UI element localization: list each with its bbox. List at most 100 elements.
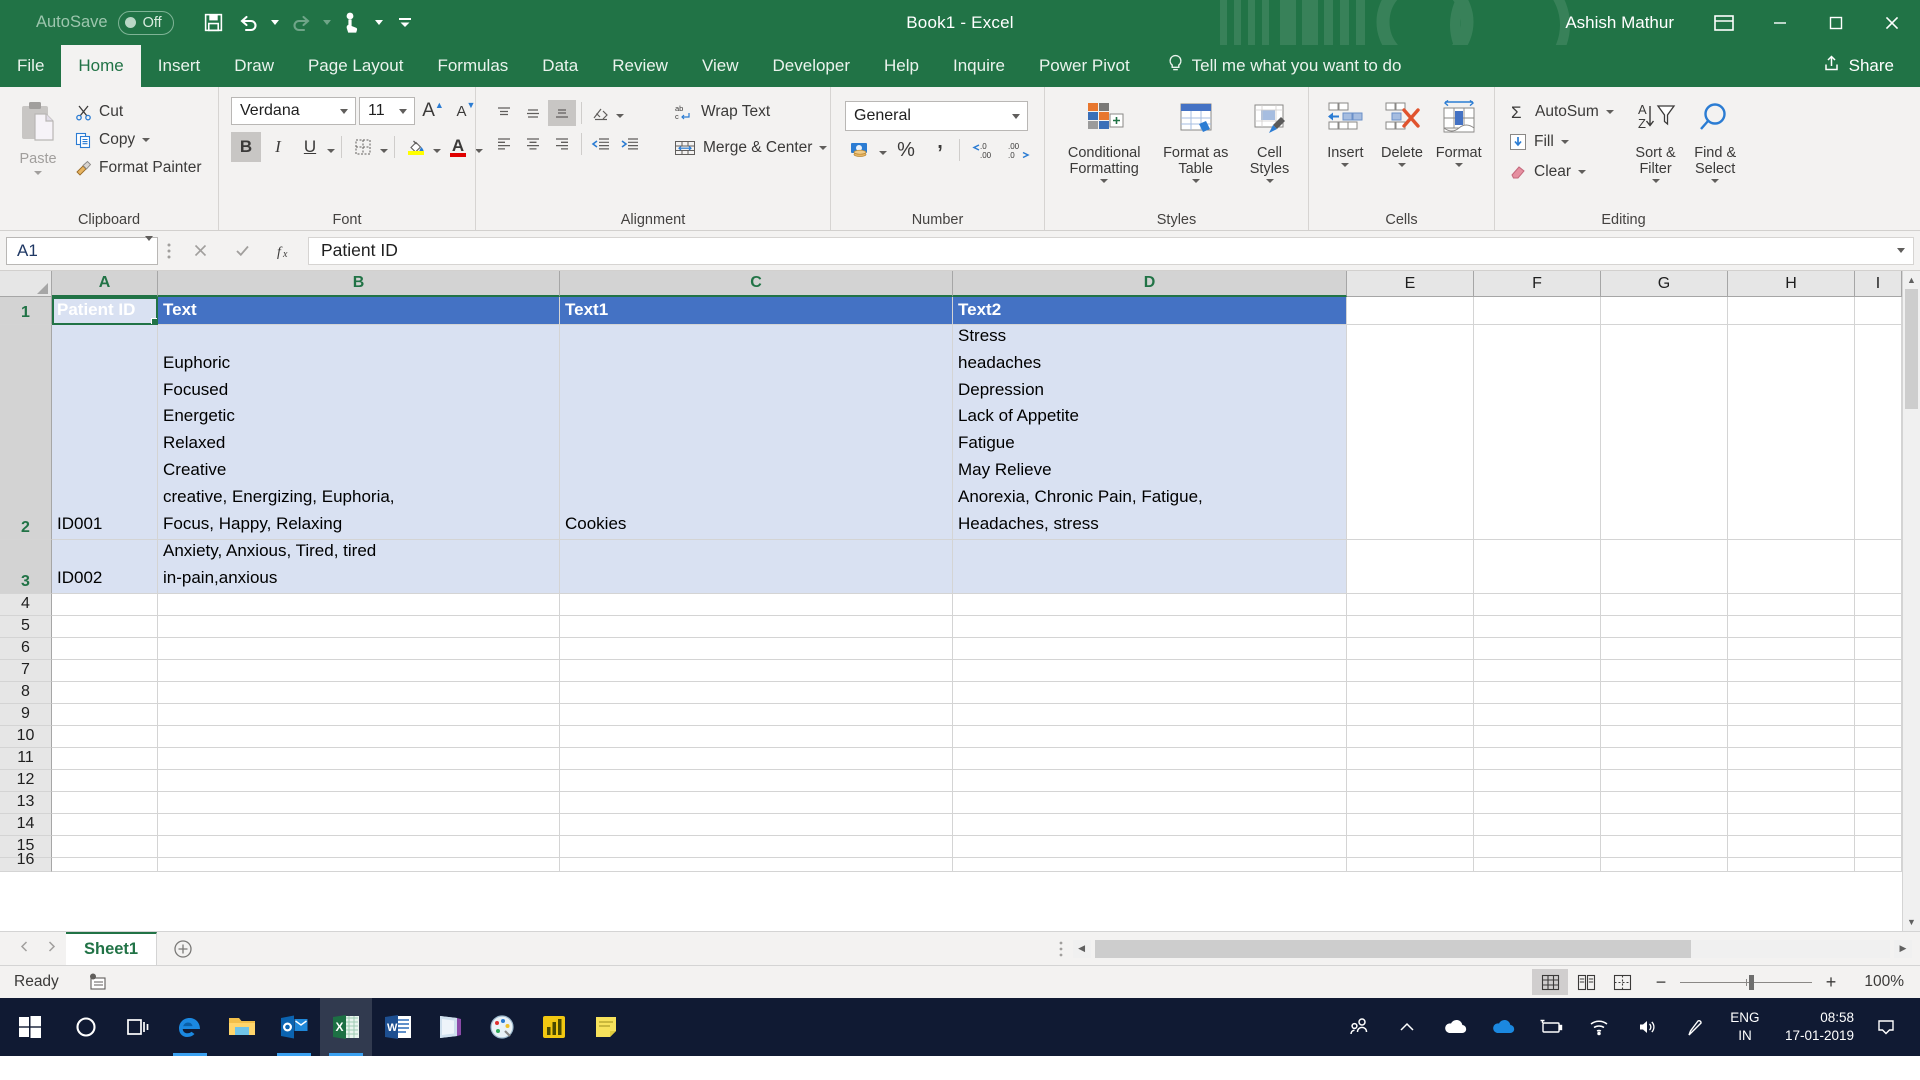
row-header-12[interactable]: 12 [0,770,52,792]
font-family-combo[interactable]: Verdana [231,97,356,125]
cell-I7[interactable] [1855,660,1902,682]
cell-I3[interactable] [1855,540,1902,594]
cell-G10[interactable] [1601,726,1728,748]
cell-A15[interactable] [52,836,158,858]
row-header-6[interactable]: 6 [0,638,52,660]
tab-view[interactable]: View [685,45,756,87]
cell-I16[interactable] [1855,858,1902,872]
cell-styles-dropdown-icon[interactable] [1265,178,1274,183]
cell-C15[interactable] [560,836,953,858]
row-header-16[interactable]: 16 [0,851,52,872]
formula-bar-grip[interactable] [158,241,180,261]
zoom-slider[interactable]: − + [1652,972,1840,993]
cell-F16[interactable] [1474,858,1601,872]
cell-F13[interactable] [1474,792,1601,814]
task-view-icon[interactable] [112,998,164,1056]
paint-icon[interactable] [476,998,528,1056]
cell-C10[interactable] [560,726,953,748]
cell-D11[interactable] [953,748,1347,770]
cell-B5[interactable] [158,616,560,638]
tab-power-pivot[interactable]: Power Pivot [1022,45,1147,87]
fx-icon[interactable]: fx [264,236,304,266]
cell-H11[interactable] [1728,748,1855,770]
format-as-table-button[interactable]: Format as Table [1157,96,1234,183]
cell-I9[interactable] [1855,704,1902,726]
align-middle-button[interactable] [519,100,547,126]
add-sheet-icon[interactable] [157,932,209,965]
cell-E9[interactable] [1347,704,1474,726]
cell-B3[interactable]: Anxiety, Anxious, Tired, tired in-pain,a… [158,540,560,594]
onenote-icon[interactable] [424,998,476,1056]
cell-B12[interactable] [158,770,560,792]
cell-C12[interactable] [560,770,953,792]
cell-A14[interactable] [52,814,158,836]
accounting-dropdown-icon[interactable] [879,150,887,155]
cell-B7[interactable] [158,660,560,682]
cell-B9[interactable] [158,704,560,726]
autosum-dropdown-icon[interactable] [1605,110,1614,114]
share-button[interactable]: Share [1822,45,1920,87]
fill-dropdown-icon[interactable] [1560,140,1569,144]
redo-dropdown-icon[interactable] [320,8,334,38]
cell-H10[interactable] [1728,726,1855,748]
onedrive-personal-icon[interactable] [1431,1018,1479,1036]
tab-inquire[interactable]: Inquire [936,45,1022,87]
cell-C13[interactable] [560,792,953,814]
cell-E12[interactable] [1347,770,1474,792]
cell-A8[interactable] [52,682,158,704]
cell-I6[interactable] [1855,638,1902,660]
percent-style-button[interactable]: % [891,137,921,163]
redo-icon[interactable] [285,7,317,39]
vertical-scrollbar[interactable]: ▲ ▼ [1902,271,1920,931]
pen-workspace-icon[interactable] [1671,1017,1719,1037]
format-as-table-dropdown-icon[interactable] [1191,178,1200,183]
battery-charging-icon[interactable] [1527,1018,1575,1036]
cell-D13[interactable] [953,792,1347,814]
cell-D7[interactable] [953,660,1347,682]
cell-B6[interactable] [158,638,560,660]
find-select-button[interactable]: Find & Select [1685,96,1745,183]
cell-E1[interactable] [1347,297,1474,325]
insert-cells-button[interactable]: Insert [1317,96,1374,167]
scroll-down-icon[interactable]: ▼ [1903,913,1920,931]
cell-D16[interactable] [953,858,1347,872]
horizontal-scroll-thumb[interactable] [1094,939,1692,958]
show-hidden-icons-icon[interactable] [1383,1020,1431,1034]
conditional-formatting-button[interactable]: Conditional Formatting [1055,96,1153,183]
cell-D9[interactable] [953,704,1347,726]
check-icon[interactable] [222,236,262,266]
cell-D4[interactable] [953,594,1347,616]
cell-D10[interactable] [953,726,1347,748]
borders-dropdown-icon[interactable] [380,149,388,153]
cell-B10[interactable] [158,726,560,748]
language-indicator[interactable]: ENG IN [1719,1009,1771,1045]
cell-E14[interactable] [1347,814,1474,836]
cell-I8[interactable] [1855,682,1902,704]
cell-B16[interactable] [158,858,560,872]
fill-color-dropdown-icon[interactable] [433,149,441,153]
tab-insert[interactable]: Insert [141,45,218,87]
cell-G11[interactable] [1601,748,1728,770]
cell-A3[interactable]: ID002 [52,540,158,594]
prev-sheet-icon[interactable] [18,940,31,958]
tab-help[interactable]: Help [867,45,936,87]
tab-home[interactable]: Home [61,45,141,87]
row-header-4[interactable]: 4 [0,594,52,616]
tab-formulas[interactable]: Formulas [420,45,525,87]
cell-D15[interactable] [953,836,1347,858]
action-center-icon[interactable] [1868,1018,1904,1036]
cell-F5[interactable] [1474,616,1601,638]
cell-C1[interactable]: Text1 [560,297,953,325]
number-format-combo[interactable]: General [845,101,1028,131]
cell-B13[interactable] [158,792,560,814]
cell-E10[interactable] [1347,726,1474,748]
undo-icon[interactable] [233,7,265,39]
cell-F2[interactable] [1474,325,1601,540]
cell-E11[interactable] [1347,748,1474,770]
fill-color-button[interactable] [401,132,431,162]
increase-indent-button[interactable] [616,131,644,157]
excel-icon[interactable]: X [320,998,372,1056]
column-header-g[interactable]: G [1601,271,1728,297]
cell-C16[interactable] [560,858,953,872]
cell-D2[interactable]: Stress headaches Depression Lack of Appe… [953,325,1347,540]
